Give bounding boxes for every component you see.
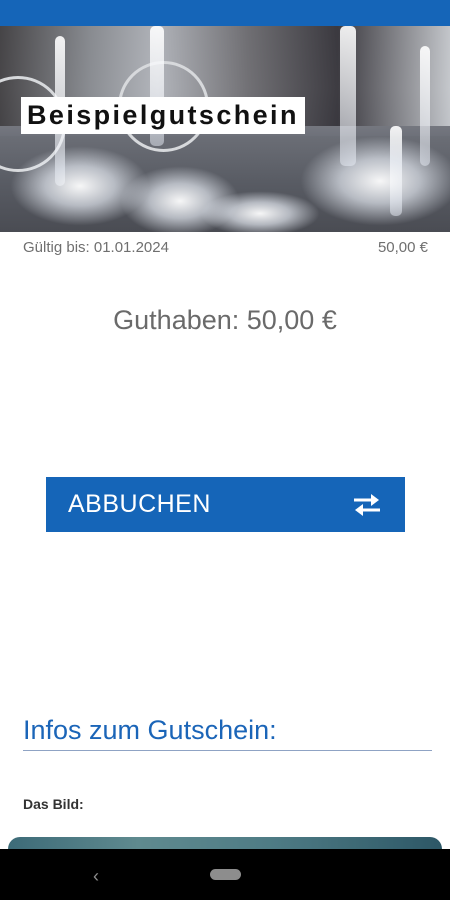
- debit-button[interactable]: ABBUCHEN: [46, 477, 405, 532]
- balance-text: Guthaben: 50,00 €: [113, 305, 337, 335]
- voucher-meta: Gültig bis: 01.01.2024 50,00 €: [23, 239, 428, 261]
- valid-until-text: Gültig bis: 01.01.2024: [23, 239, 169, 256]
- image-label: Das Bild:: [23, 796, 84, 812]
- debit-button-label: ABBUCHEN: [68, 490, 211, 518]
- voucher-amount: 50,00 €: [377, 239, 428, 256]
- voucher-title: Beispielgutschein: [21, 97, 305, 134]
- status-bar: [0, 0, 450, 26]
- voucher-image: Beispielgutschein: [0, 26, 450, 232]
- home-pill-icon[interactable]: [210, 869, 241, 880]
- info-divider: [23, 750, 432, 751]
- info-heading: Infos zum Gutschein:: [23, 715, 277, 745]
- back-icon[interactable]: ‹: [93, 866, 99, 887]
- swap-arrows-icon: [354, 493, 380, 516]
